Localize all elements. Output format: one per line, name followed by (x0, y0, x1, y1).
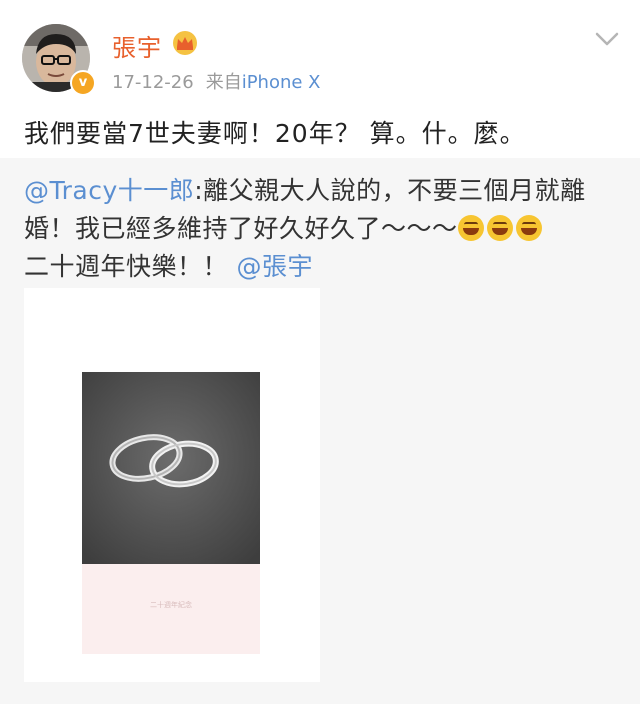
chevron-down-icon[interactable] (594, 30, 620, 48)
photo-thumbnail[interactable]: 二十週年紀念 (24, 288, 320, 682)
device-link[interactable]: iPhone X (242, 72, 321, 93)
post-meta: 17-12-26 来自iPhone X (112, 68, 321, 94)
repost-text: @Tracy十一郎:離父親大人說的，不要三個月就離婚！我已經多維持了好久好久了～… (24, 172, 624, 286)
weibo-post: v 張宇 17-12-26 来自iPhone X 我們要當7世夫妻啊！20年？ 算… (0, 0, 640, 704)
rofl-emoji-icon (457, 215, 484, 241)
mention-link[interactable]: @Tracy十一郎 (24, 176, 194, 205)
post-time: 17-12-26 (112, 72, 194, 93)
rings-photo (82, 372, 260, 564)
mention-link-end[interactable]: @張宇 (236, 252, 313, 281)
post-text: 我們要當7世夫妻啊！20年？ 算。什。麼。 (24, 119, 526, 148)
username[interactable]: 張宇 (112, 28, 162, 63)
source-prefix: 来自 (205, 72, 242, 93)
rofl-emoji-icon (515, 215, 542, 241)
repost-body-2: 二十週年快樂！！ (24, 252, 229, 281)
rings-image (82, 372, 260, 564)
repost-container[interactable]: @Tracy十一郎:離父親大人說的，不要三個月就離婚！我已經多維持了好久好久了～… (0, 158, 640, 704)
rofl-emoji-icon (486, 215, 513, 241)
verified-badge-icon: v (70, 70, 96, 96)
photo-caption: 二十週年紀念 (150, 601, 192, 609)
crown-icon (173, 31, 197, 55)
